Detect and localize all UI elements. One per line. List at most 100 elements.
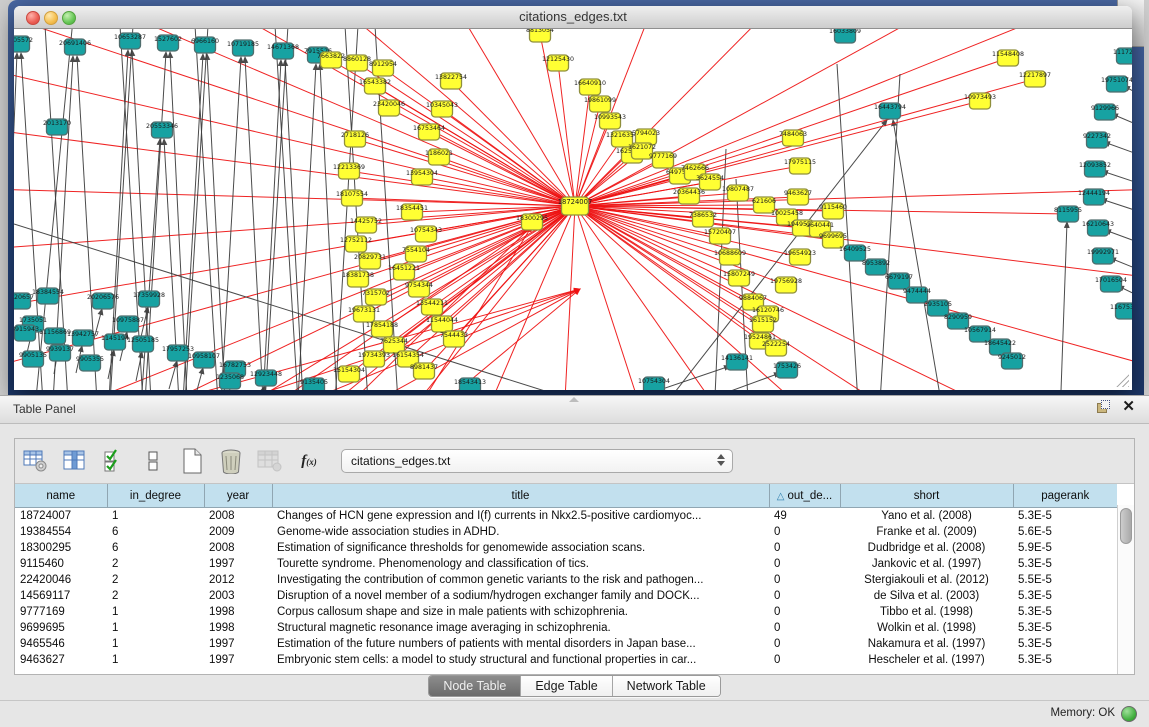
column-header-short[interactable]: short — [840, 484, 1013, 508]
network-view-window[interactable]: citations_edges.txt 94055722069140610653… — [14, 6, 1132, 390]
table-cell[interactable]: 2012 — [204, 572, 272, 588]
table-cell[interactable]: 5.3E-5 — [1013, 636, 1117, 652]
memory-status-indicator[interactable] — [1121, 706, 1137, 722]
table-row[interactable]: 1456911722003Disruption of a novel membe… — [15, 588, 1117, 604]
table-cell[interactable]: Genome-wide association studies in ADHD. — [272, 524, 769, 540]
column-header-in-degree[interactable]: in_degree — [107, 484, 204, 508]
table-cell[interactable]: 2003 — [204, 588, 272, 604]
table-cell[interactable]: de Silva et al. (2003) — [840, 588, 1013, 604]
delete-column-button[interactable] — [218, 448, 244, 474]
import-table-button[interactable] — [257, 448, 283, 474]
table-select-dropdown[interactable]: citations_edges.txt — [341, 449, 733, 473]
table-cell[interactable]: 5.3E-5 — [1013, 556, 1117, 572]
table-cell[interactable]: Embryonic stem cells: a model to study s… — [272, 652, 769, 668]
tab-node-table[interactable]: Node Table — [429, 676, 521, 696]
create-column-button[interactable] — [179, 448, 205, 474]
table-cell[interactable]: 5.3E-5 — [1013, 652, 1117, 668]
table-cell[interactable]: Tibbo et al. (1998) — [840, 604, 1013, 620]
table-cell[interactable]: 2008 — [204, 508, 272, 525]
table-cell[interactable]: 1998 — [204, 620, 272, 636]
table-row[interactable]: 946554611997Estimation of the future num… — [15, 636, 1117, 652]
table-cell[interactable]: 5.5E-5 — [1013, 572, 1117, 588]
table-cell[interactable]: 6 — [107, 524, 204, 540]
column-header-pagerank[interactable]: pagerank — [1013, 484, 1117, 508]
table-row[interactable]: 946362711997Embryonic stem cells: a mode… — [15, 652, 1117, 668]
table-row[interactable]: 2242004622012Investigating the contribut… — [15, 572, 1117, 588]
table-cell[interactable]: 19384554 — [15, 524, 107, 540]
network-canvas[interactable]: 9405572206914061065328715276026966160107… — [14, 29, 1132, 390]
table-scrollbar-thumb[interactable] — [1120, 508, 1132, 544]
table-row[interactable]: 1830029562008Estimation of significance … — [15, 540, 1117, 556]
column-header-name[interactable]: name — [15, 484, 107, 508]
table-cell[interactable]: 22420046 — [15, 572, 107, 588]
table-cell[interactable]: 14569117 — [15, 588, 107, 604]
table-scrollbar[interactable] — [1117, 505, 1134, 674]
table-cell[interactable]: Wolkin et al. (1998) — [840, 620, 1013, 636]
table-row[interactable]: 977716911998Corpus callosum shape and si… — [15, 604, 1117, 620]
table-cell[interactable]: Estimation of the future numbers of pati… — [272, 636, 769, 652]
table-cell[interactable]: 9115460 — [15, 556, 107, 572]
table-cell[interactable]: 0 — [769, 588, 840, 604]
table-cell[interactable]: 1 — [107, 652, 204, 668]
table-cell[interactable]: 0 — [769, 540, 840, 556]
table-cell[interactable]: 2 — [107, 572, 204, 588]
table-cell[interactable]: Stergiakouli et al. (2012) — [840, 572, 1013, 588]
row-options-button[interactable] — [140, 448, 166, 474]
show-columns-button[interactable] — [62, 448, 88, 474]
column-header-out-de-[interactable]: △out_de... — [769, 484, 840, 508]
table-cell[interactable]: 2 — [107, 588, 204, 604]
table-cell[interactable]: 1998 — [204, 604, 272, 620]
table-cell[interactable]: 5.3E-5 — [1013, 604, 1117, 620]
table-cell[interactable]: 5.3E-5 — [1013, 588, 1117, 604]
table-cell[interactable]: 9465546 — [15, 636, 107, 652]
network-window-titlebar[interactable]: citations_edges.txt — [14, 6, 1132, 29]
table-cell[interactable]: 0 — [769, 604, 840, 620]
table-cell[interactable]: Estimation of significance thresholds fo… — [272, 540, 769, 556]
table-cell[interactable]: 1 — [107, 604, 204, 620]
node-table[interactable]: namein_degreeyeartitle△out_de...shortpag… — [15, 484, 1117, 668]
table-cell[interactable]: 5.9E-5 — [1013, 540, 1117, 556]
table-cell[interactable]: 2008 — [204, 540, 272, 556]
table-cell[interactable]: Changes of HCN gene expression and I(f) … — [272, 508, 769, 525]
table-cell[interactable]: 2009 — [204, 524, 272, 540]
tab-network-table[interactable]: Network Table — [613, 676, 720, 696]
table-mode-button[interactable] — [23, 448, 49, 474]
table-cell[interactable]: 1 — [107, 508, 204, 525]
table-cell[interactable]: 9777169 — [15, 604, 107, 620]
table-cell[interactable]: 1 — [107, 636, 204, 652]
table-cell[interactable]: Yano et al. (2008) — [840, 508, 1013, 525]
table-cell[interactable]: Disruption of a novel member of a sodium… — [272, 588, 769, 604]
float-panel-icon[interactable] — [1097, 400, 1110, 413]
table-cell[interactable]: 0 — [769, 572, 840, 588]
table-cell[interactable]: Jankovic et al. (1997) — [840, 556, 1013, 572]
table-row[interactable]: 1938455462009Genome-wide association stu… — [15, 524, 1117, 540]
citation-network-graph[interactable]: 9405572206914061065328715276026966160107… — [14, 29, 1132, 390]
column-header-year[interactable]: year — [204, 484, 272, 508]
table-cell[interactable]: 5.3E-5 — [1013, 508, 1117, 525]
table-cell[interactable]: Franke et al. (2009) — [840, 524, 1013, 540]
panel-splitter-handle[interactable] — [569, 397, 579, 402]
table-cell[interactable]: 0 — [769, 620, 840, 636]
table-cell[interactable]: 49 — [769, 508, 840, 525]
tab-edge-table[interactable]: Edge Table — [521, 676, 612, 696]
table-cell[interactable]: 5.6E-5 — [1013, 524, 1117, 540]
table-cell[interactable]: 1 — [107, 620, 204, 636]
table-cell[interactable]: Nakamura et al. (1997) — [840, 636, 1013, 652]
table-cell[interactable]: Dudbridge et al. (2008) — [840, 540, 1013, 556]
table-cell[interactable]: 0 — [769, 652, 840, 668]
table-row[interactable]: 1872400712008Changes of HCN gene express… — [15, 508, 1117, 525]
table-cell[interactable]: 18300295 — [15, 540, 107, 556]
table-cell[interactable]: 9463627 — [15, 652, 107, 668]
column-header-title[interactable]: title — [272, 484, 769, 508]
table-cell[interactable]: 18724007 — [15, 508, 107, 525]
table-cell[interactable]: 9699695 — [15, 620, 107, 636]
table-cell[interactable]: 1997 — [204, 636, 272, 652]
table-cell[interactable]: Corpus callosum shape and size in male p… — [272, 604, 769, 620]
table-cell[interactable]: Hescheler et al. (1997) — [840, 652, 1013, 668]
table-cell[interactable]: 1997 — [204, 652, 272, 668]
table-cell[interactable]: 1997 — [204, 556, 272, 572]
table-row[interactable]: 969969511998Structural magnetic resonanc… — [15, 620, 1117, 636]
select-columns-button[interactable] — [101, 448, 127, 474]
table-row[interactable]: 911546021997Tourette syndrome. Phenomeno… — [15, 556, 1117, 572]
table-cell[interactable]: 0 — [769, 556, 840, 572]
